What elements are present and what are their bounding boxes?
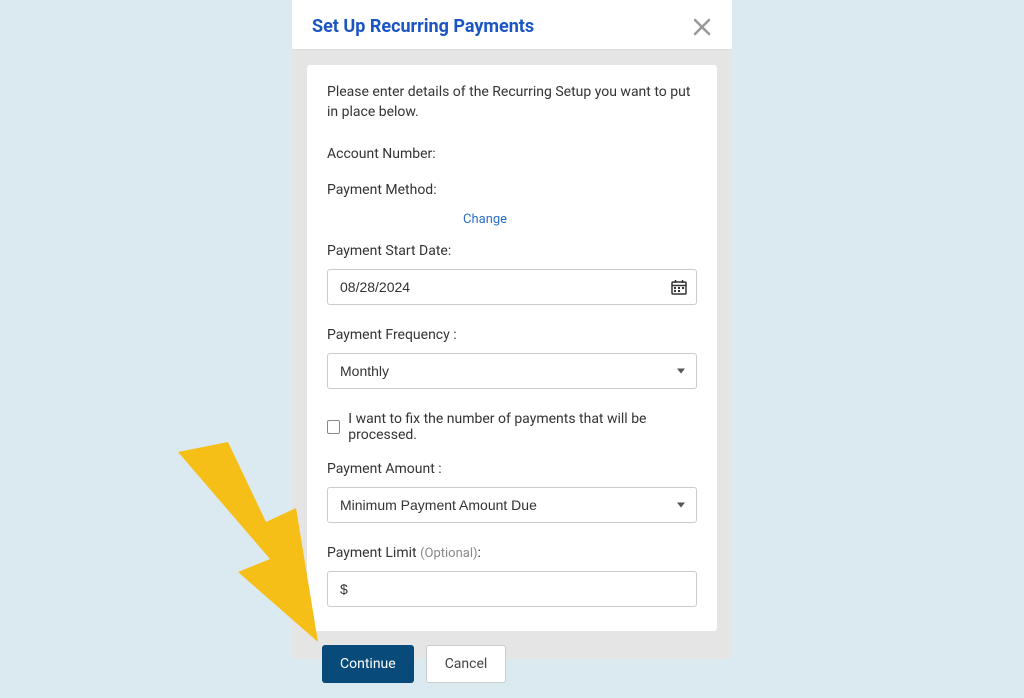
modal-body: Please enter details of the Recurring Se… [292, 50, 732, 698]
continue-button[interactable]: Continue [322, 645, 414, 683]
start-date-wrapper [327, 269, 697, 305]
amount-select-wrapper [327, 487, 697, 523]
limit-label: Payment Limit (Optional): [327, 545, 697, 561]
limit-label-text: Payment Limit [327, 545, 420, 561]
fix-payments-label: I want to fix the number of payments tha… [348, 411, 697, 443]
buttons-row: Continue Cancel [307, 631, 717, 683]
frequency-label: Payment Frequency : [327, 327, 697, 343]
start-date-input[interactable] [327, 269, 697, 305]
modal-header: Set Up Recurring Payments [292, 0, 732, 50]
frequency-select-wrapper [327, 353, 697, 389]
cancel-button[interactable]: Cancel [426, 645, 507, 683]
frequency-select[interactable] [327, 353, 697, 389]
limit-optional-hint: (Optional) [420, 546, 477, 561]
start-date-label: Payment Start Date: [327, 243, 697, 259]
amount-label: Payment Amount : [327, 461, 697, 477]
fix-payments-checkbox[interactable] [327, 420, 340, 434]
close-icon[interactable] [692, 17, 712, 37]
account-number-field: Account Number: [327, 146, 697, 162]
payment-method-label: Payment Method: [327, 182, 437, 198]
modal-title: Set Up Recurring Payments [312, 16, 534, 37]
change-link[interactable]: Change [463, 212, 507, 227]
limit-colon: : [478, 545, 481, 561]
form-card: Please enter details of the Recurring Se… [307, 65, 717, 631]
caret-down-icon [677, 369, 685, 374]
account-number-label: Account Number: [327, 146, 436, 162]
intro-text: Please enter details of the Recurring Se… [327, 83, 697, 122]
payment-method-field: Payment Method: [327, 182, 697, 198]
caret-down-icon [677, 503, 685, 508]
fix-payments-row: I want to fix the number of payments tha… [327, 411, 697, 443]
recurring-payments-modal: Set Up Recurring Payments Please enter d… [292, 0, 732, 659]
calendar-icon[interactable] [671, 279, 687, 295]
amount-select[interactable] [327, 487, 697, 523]
limit-input[interactable] [327, 571, 697, 607]
